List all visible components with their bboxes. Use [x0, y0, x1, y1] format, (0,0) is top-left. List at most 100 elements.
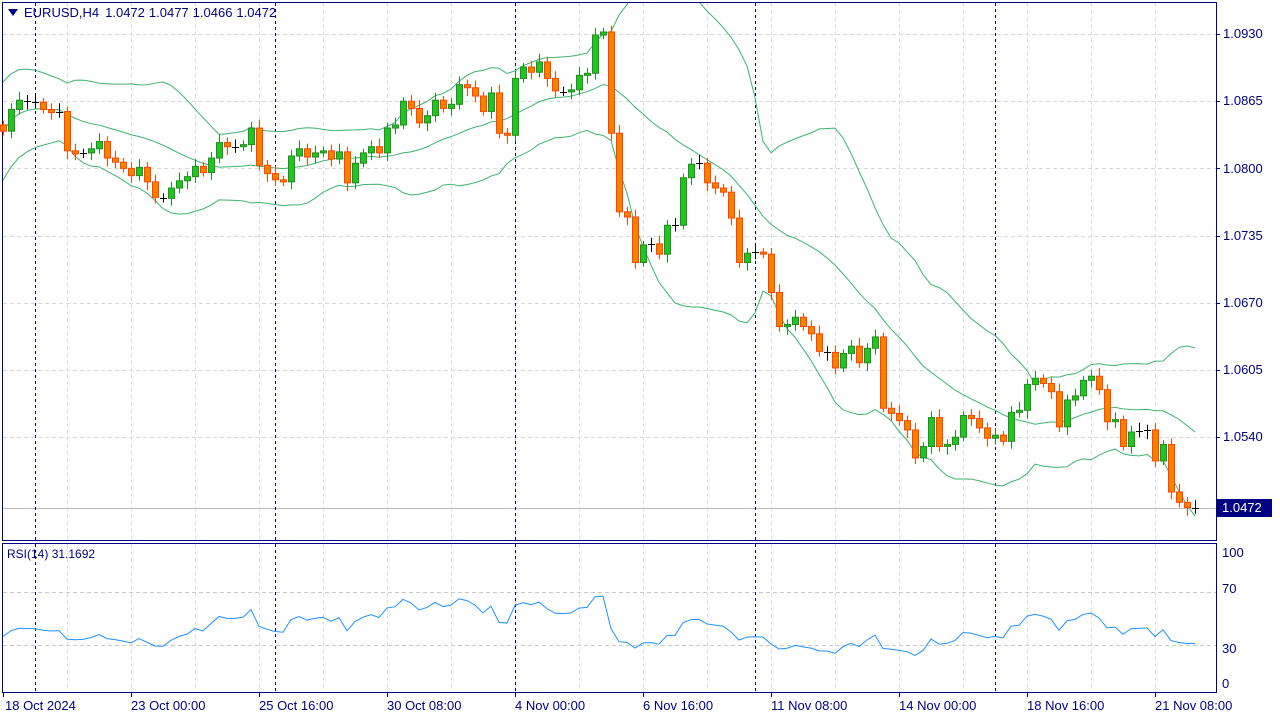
candle-body: [1072, 395, 1079, 401]
candle-body: [408, 100, 415, 109]
candle-body: [456, 84, 463, 105]
candle: [336, 143, 343, 165]
dropdown-triangle-icon[interactable]: [8, 9, 18, 16]
candle-body: [288, 155, 295, 183]
rsi-tick: 30: [1222, 641, 1237, 656]
candle: [160, 193, 167, 203]
candle: [1168, 438, 1175, 500]
candle: [656, 235, 663, 260]
candle-body: [96, 141, 103, 150]
candle-body: [344, 151, 351, 184]
candle: [1152, 422, 1159, 468]
candle-body: [600, 31, 607, 36]
candle: [8, 103, 15, 139]
candle-body: [1008, 411, 1015, 442]
candle-body: [1120, 419, 1127, 448]
candle-body: [1088, 375, 1095, 381]
candle: [48, 103, 55, 120]
candle: [296, 140, 303, 162]
candle: [520, 62, 527, 83]
candle: [968, 409, 975, 426]
candle-body: [488, 92, 495, 113]
candle-body: [328, 150, 335, 160]
candle: [1160, 440, 1167, 466]
rsi-value: 31.1692: [51, 547, 96, 561]
candle-body: [296, 148, 303, 157]
candle: [944, 439, 951, 455]
candle-body: [464, 84, 471, 89]
candle-body: [16, 99, 23, 110]
candle: [1104, 384, 1111, 430]
rsi-tick: 100: [1222, 545, 1244, 560]
candle: [992, 427, 999, 445]
candle-body: [376, 146, 383, 154]
candle-body: [544, 61, 551, 79]
rsi-tick: 70: [1222, 581, 1237, 596]
candle: [1128, 425, 1135, 454]
candle-body: [608, 31, 615, 134]
candle-body: [184, 176, 191, 182]
candle: [576, 67, 583, 95]
candle: [1040, 374, 1047, 388]
bollinger-middle: [3, 84, 1196, 433]
price-chart[interactable]: [0, 0, 1280, 720]
candle-body: [280, 179, 287, 183]
candle: [928, 411, 935, 454]
candle-body: [520, 66, 527, 79]
candle: [72, 143, 79, 161]
candle: [536, 53, 543, 78]
bollinger-bands: [3, 3, 1196, 517]
candle: [184, 171, 191, 190]
candle: [224, 137, 231, 155]
candle: [0, 120, 7, 136]
candle: [776, 284, 783, 332]
candle: [840, 349, 847, 373]
candle: [24, 94, 31, 110]
candle: [192, 159, 199, 183]
candle-body: [728, 191, 735, 219]
candle: [912, 422, 919, 465]
candle-body: [848, 345, 855, 354]
candle-body: [968, 414, 975, 420]
candle-body: [8, 108, 15, 132]
candle-body: [216, 142, 223, 159]
candle-body: [624, 211, 631, 218]
ohlc-open: 1.0472: [105, 5, 145, 20]
candle-body: [448, 103, 455, 109]
candle-body: [424, 115, 431, 124]
candle: [800, 313, 807, 331]
candle-body: [352, 162, 359, 184]
candle: [136, 159, 143, 181]
price-tick: 1.0670: [1223, 295, 1263, 310]
time-tick: 6 Nov 16:00: [643, 698, 714, 713]
candle-body: [104, 141, 111, 159]
candle: [96, 133, 103, 154]
time-tick: 21 Nov 08:00: [1155, 698, 1233, 713]
candle-body: [680, 177, 687, 226]
price-tick: 1.0735: [1223, 228, 1263, 243]
candle-body: [720, 187, 727, 193]
symbol-label: EURUSD,H4: [24, 5, 100, 20]
candle: [456, 76, 463, 110]
candle: [1136, 422, 1143, 438]
price-tick: 1.0540: [1223, 429, 1263, 444]
candle-body: [704, 162, 711, 184]
candle-body: [1040, 377, 1047, 384]
candle-body: [312, 152, 319, 158]
candle-body: [576, 74, 583, 91]
candle: [584, 68, 591, 84]
candle-body: [1080, 379, 1087, 397]
candle: [816, 325, 823, 357]
candle-body: [656, 243, 663, 255]
candle-body: [1152, 429, 1159, 462]
candle-body: [880, 336, 887, 409]
candle-body: [400, 100, 407, 126]
candle: [216, 134, 223, 164]
candle-body: [120, 161, 127, 169]
candle: [608, 25, 615, 141]
candle-body: [888, 407, 895, 414]
time-tick: 11 Nov 08:00: [771, 698, 848, 713]
candle-body: [536, 61, 543, 73]
candle: [176, 172, 183, 194]
candle: [1000, 430, 1007, 446]
